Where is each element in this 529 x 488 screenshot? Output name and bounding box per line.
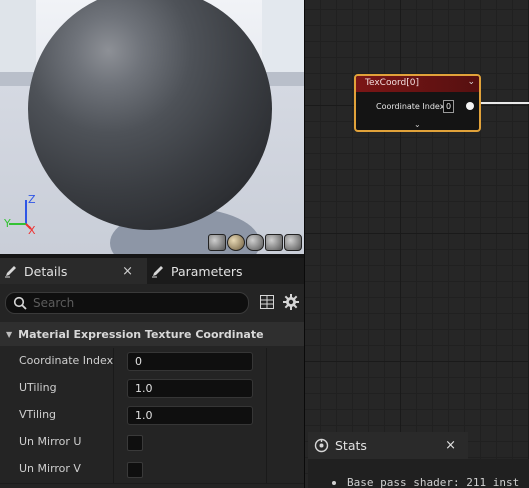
property-row-utiling: UTiling 1.0 bbox=[0, 375, 304, 403]
table-view-icon[interactable] bbox=[260, 295, 274, 309]
axis-gizmo-icon: Z Y X bbox=[4, 193, 36, 234]
coordinate-index-field[interactable]: 0 bbox=[127, 352, 253, 371]
column-divider bbox=[266, 348, 267, 375]
gear-icon[interactable] bbox=[283, 294, 299, 310]
pencil-icon bbox=[5, 266, 16, 278]
category-header[interactable]: ▼ Material Expression Texture Coordinate bbox=[0, 322, 304, 346]
search-icon bbox=[13, 296, 27, 310]
background-building bbox=[262, 0, 304, 72]
tab-details-label: Details bbox=[24, 263, 68, 279]
tab-stats-label: Stats bbox=[335, 438, 367, 453]
node-title: TexCoord[0] bbox=[365, 78, 419, 88]
search-box[interactable] bbox=[5, 292, 249, 314]
tab-parameters-label: Parameters bbox=[171, 263, 243, 279]
axis-label-x: X bbox=[28, 224, 36, 234]
tab-parameters[interactable]: Parameters bbox=[147, 258, 304, 284]
property-row-vtiling: VTiling 1.0 bbox=[0, 402, 304, 430]
node-header[interactable]: TexCoord[0] ⌄ bbox=[356, 76, 479, 92]
node-pin-value[interactable]: 0 bbox=[443, 100, 454, 113]
panel-tab-row: Details × Parameters bbox=[0, 258, 304, 284]
column-divider[interactable] bbox=[113, 456, 114, 483]
cylinder-icon[interactable] bbox=[208, 234, 226, 251]
column-divider bbox=[266, 402, 267, 429]
property-row-un-mirror-v: Un Mirror V bbox=[0, 456, 304, 484]
plane-icon[interactable] bbox=[246, 234, 264, 251]
expand-chevron-icon[interactable]: ⌄ bbox=[414, 120, 421, 129]
un-mirror-u-checkbox[interactable] bbox=[127, 435, 143, 451]
vtiling-field[interactable]: 1.0 bbox=[127, 406, 253, 425]
pencil-icon bbox=[152, 266, 163, 278]
details-panel: ▼ Material Expression Texture Coordinate… bbox=[0, 284, 304, 488]
column-divider[interactable] bbox=[113, 375, 114, 402]
search-input[interactable] bbox=[33, 294, 233, 312]
tab-stats[interactable]: Stats × bbox=[308, 432, 468, 459]
un-mirror-v-checkbox[interactable] bbox=[127, 462, 143, 478]
column-divider bbox=[266, 375, 267, 402]
teapot-icon[interactable] bbox=[284, 234, 302, 251]
column-divider bbox=[266, 429, 267, 456]
column-divider bbox=[266, 456, 267, 483]
material-preview-viewport[interactable]: Z Y X bbox=[0, 0, 304, 254]
column-divider[interactable] bbox=[113, 429, 114, 456]
stats-line-text: Base pass shader: 211 inst bbox=[347, 476, 520, 488]
close-icon[interactable]: × bbox=[445, 438, 456, 453]
collapse-triangle-icon: ▼ bbox=[6, 329, 13, 339]
utiling-field[interactable]: 1.0 bbox=[127, 379, 253, 398]
property-label: Un Mirror U bbox=[19, 435, 82, 448]
stats-icon bbox=[314, 438, 329, 453]
property-label: Un Mirror V bbox=[19, 462, 81, 475]
property-row-un-mirror-u: Un Mirror U bbox=[0, 429, 304, 457]
column-divider[interactable] bbox=[113, 348, 114, 375]
background-building bbox=[0, 0, 36, 72]
node-pin-label: Coordinate Index bbox=[376, 102, 445, 111]
property-row-coordinate-index: Coordinate Index 0 bbox=[0, 348, 304, 376]
property-label: VTiling bbox=[19, 408, 57, 421]
stats-panel: Base pass shader: 211 inst bbox=[308, 459, 529, 488]
chevron-down-icon[interactable]: ⌄ bbox=[467, 77, 475, 87]
stats-line: Base pass shader: 211 inst bbox=[330, 476, 519, 488]
cube-icon[interactable] bbox=[265, 234, 283, 251]
property-label: Coordinate Index bbox=[19, 354, 114, 367]
category-title: Material Expression Texture Coordinate bbox=[18, 327, 264, 341]
close-icon[interactable]: × bbox=[122, 264, 133, 279]
preview-shape-toolbar bbox=[208, 234, 302, 251]
output-pin-icon[interactable] bbox=[466, 102, 474, 110]
column-divider[interactable] bbox=[113, 402, 114, 429]
axis-label-z: Z bbox=[28, 193, 36, 206]
property-label: UTiling bbox=[19, 381, 57, 394]
tab-details[interactable]: Details × bbox=[0, 258, 147, 284]
axis-label-y: Y bbox=[4, 217, 11, 230]
sphere-icon[interactable] bbox=[227, 234, 245, 251]
texcoord-node[interactable]: TexCoord[0] ⌄ Coordinate Index 0 ⌄ bbox=[354, 74, 481, 132]
